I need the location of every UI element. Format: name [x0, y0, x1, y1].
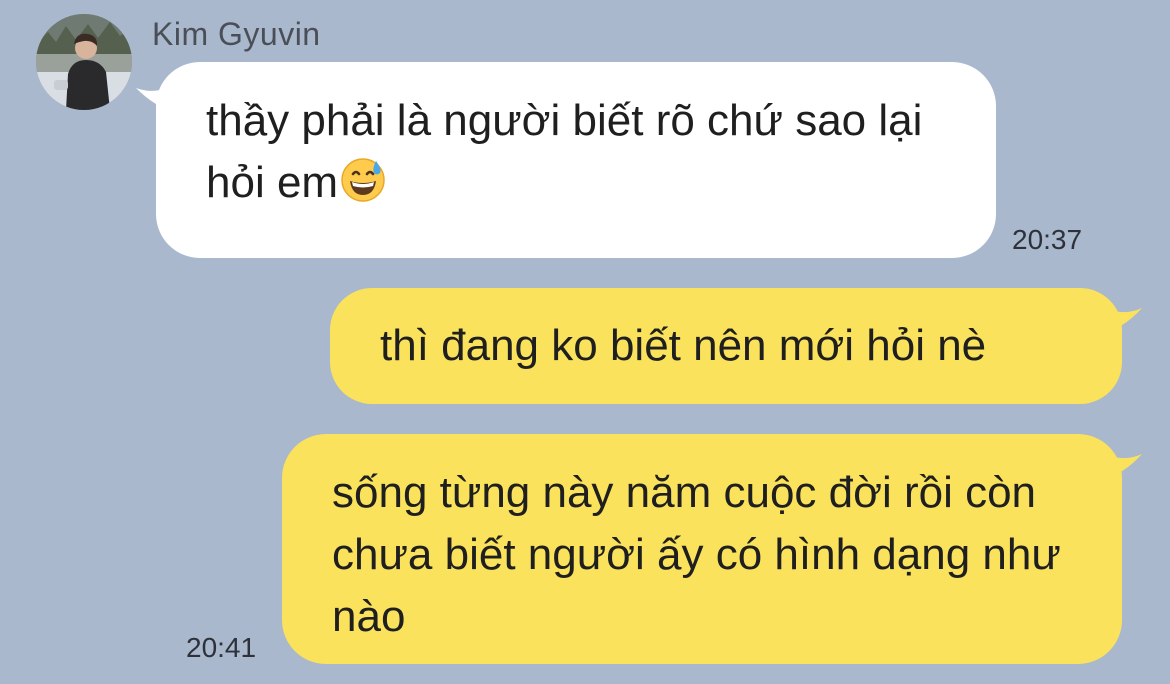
message-time: 20:41	[186, 632, 257, 663]
profile-photo-icon	[36, 14, 132, 110]
message-text: thầy phải là người biết rõ chứ sao lại h…	[206, 96, 923, 207]
incoming-message-bubble[interactable]: thầy phải là người biết rõ chứ sao lại h…	[156, 62, 996, 258]
message-text: thì đang ko biết nên mới hỏi nè	[380, 321, 987, 370]
contact-avatar[interactable]	[36, 14, 132, 110]
message-time: 20:37	[1012, 224, 1083, 255]
outgoing-message-bubble[interactable]: sống từng này năm cuộc đời rồi còn chưa …	[282, 434, 1122, 664]
message-text: sống từng này năm cuộc đời rồi còn chưa …	[332, 468, 1061, 641]
chat-thread: Kim Gyuvin thầy phải là người biết rõ ch…	[0, 0, 1170, 684]
sender-name: Kim Gyuvin	[152, 16, 321, 52]
grinning-face-with-sweat-icon	[340, 157, 386, 203]
outgoing-message-bubble[interactable]: thì đang ko biết nên mới hỏi nè	[330, 288, 1122, 404]
